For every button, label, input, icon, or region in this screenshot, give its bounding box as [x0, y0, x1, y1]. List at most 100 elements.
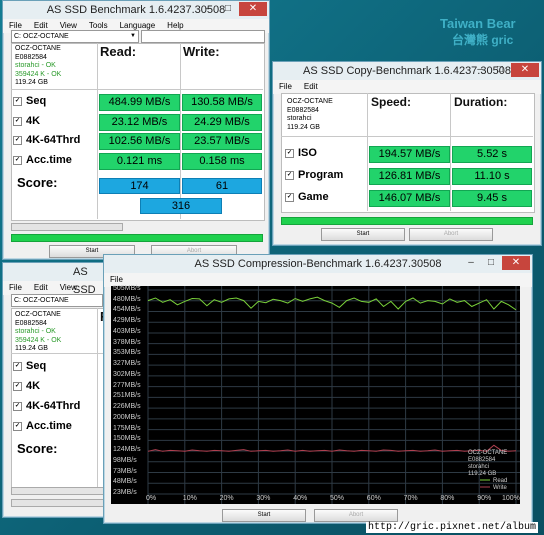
minimize-button[interactable]: – — [462, 256, 480, 270]
close-button[interactable]: ✕ — [502, 256, 530, 270]
row-4k[interactable]: ✓ 4K — [13, 115, 40, 127]
row-acctime-label: Acc.time — [26, 154, 72, 166]
4k64-read-value: 102.56 MB/s — [99, 133, 180, 150]
drive-select-value: C: OCZ-OCTANE — [14, 297, 69, 304]
legend-label: Read — [493, 478, 507, 484]
acctime-read-value: 0.121 ms — [99, 153, 180, 170]
x-tick-label: 60% — [366, 495, 381, 502]
seq-read-value: 484.99 MB/s — [99, 94, 180, 111]
legend-info-text: OCZ-OCTANE — [468, 450, 507, 456]
row-game-label: Game — [298, 191, 329, 203]
program-speed-value: 126.81 MB/s — [369, 168, 450, 185]
seq-write-value: 130.58 MB/s — [182, 94, 262, 111]
drive-size: 119.24 GB — [15, 79, 48, 87]
write-header: Write: — [183, 44, 220, 59]
secondary-select[interactable] — [141, 30, 265, 43]
row-program[interactable]: ✓ Program — [285, 169, 343, 181]
legend-info-text: storahci — [468, 464, 489, 470]
x-tick-label: 80% — [440, 495, 455, 502]
alignment-status: 359424 K - OK — [15, 70, 62, 78]
drive-select[interactable]: C: OCZ-OCTANE ▼ — [11, 30, 139, 43]
row-acctime[interactable]: ✓ Acc.time — [13, 154, 72, 166]
row-4k-label: 4K — [26, 380, 41, 392]
row-4k64[interactable]: ✓ 4K-64Thrd — [13, 400, 80, 412]
y-tick-label: 480MB/s — [113, 295, 141, 303]
y-tick-label: 454MB/s — [113, 306, 141, 314]
checkbox-checked-icon[interactable]: ✓ — [13, 135, 22, 145]
row-seq[interactable]: ✓ Seq — [13, 95, 46, 107]
drive-model: OCZ-OCTANE — [287, 98, 333, 105]
x-tick-label: 20% — [219, 495, 234, 502]
close-button[interactable]: ✕ — [511, 63, 539, 77]
row-game[interactable]: ✓ Game — [285, 191, 329, 203]
compression-start-button[interactable]: Start — [222, 509, 306, 522]
copy-drive-info: OCZ-OCTANE E0882584 storahci 119.24 GB — [287, 98, 333, 132]
checkbox-checked-icon[interactable]: ✓ — [13, 96, 22, 106]
checkbox-checked-icon[interactable]: ✓ — [13, 361, 22, 371]
menu-file[interactable]: File — [9, 281, 22, 295]
acctime-write-value: 0.158 ms — [182, 153, 262, 170]
compression-abort-button[interactable]: Abort — [314, 509, 398, 522]
y-tick-label: 73MB/s — [113, 467, 137, 475]
minimize-button[interactable]: – — [471, 63, 489, 77]
checkbox-checked-icon[interactable]: ✓ — [285, 192, 294, 202]
x-tick-label: 90% — [477, 495, 492, 502]
x-tick-label: 50% — [330, 495, 345, 502]
copy-start-button[interactable]: Start — [321, 228, 405, 241]
maximize-button[interactable]: □ — [491, 63, 509, 77]
iso-speed-value: 194.57 MB/s — [369, 146, 450, 163]
row-4k64-label: 4K-64Thrd — [26, 134, 81, 146]
divider — [97, 43, 98, 219]
chevron-down-icon: ▼ — [130, 33, 136, 39]
drive-firmware: E0882584 — [287, 106, 319, 114]
checkbox-checked-icon[interactable]: ✓ — [13, 116, 22, 126]
copy-menubar: File Edit — [273, 80, 541, 94]
maximize-button[interactable]: □ — [482, 256, 500, 270]
iso-duration-value: 5.52 s — [452, 146, 532, 163]
y-tick-label: 23MB/s — [113, 489, 137, 496]
divider — [11, 89, 263, 90]
benchmark-window-background: AS SSD File Edit View C: OCZ-OCTANE R OC… — [2, 262, 109, 518]
drive-select[interactable]: C: OCZ-OCTANE — [11, 294, 103, 307]
driver-name: storahci — [287, 115, 312, 123]
maximize-button[interactable]: □ — [219, 2, 237, 16]
score-total: 316 — [140, 198, 222, 214]
row-acctime[interactable]: ✓ Acc.time — [13, 420, 72, 432]
y-tick-label: 175MB/s — [113, 424, 141, 432]
row-iso[interactable]: ✓ ISO — [285, 147, 317, 159]
checkbox-checked-icon[interactable]: ✓ — [285, 170, 294, 180]
checkbox-checked-icon[interactable]: ✓ — [13, 401, 22, 411]
compression-menubar: File — [104, 273, 532, 287]
drive-size: 119.24 GB — [15, 345, 48, 353]
y-tick-label: 277MB/s — [113, 381, 141, 389]
row-seq-label: Seq — [26, 95, 47, 107]
game-speed-value: 146.07 MB/s — [369, 190, 450, 207]
read-header: Read: — [100, 44, 137, 59]
y-tick-label: 378MB/s — [113, 338, 141, 346]
close-button[interactable]: ✕ — [239, 2, 267, 16]
progress-bar — [11, 499, 107, 507]
row-seq[interactable]: ✓ Seq — [13, 360, 46, 372]
drive-model: OCZ-OCTANE — [15, 311, 61, 318]
progress-bar — [11, 234, 263, 242]
y-tick-label: 150MB/s — [113, 435, 141, 443]
copy-abort-button[interactable]: Abort — [409, 228, 493, 241]
row-4k[interactable]: ✓ 4K — [13, 380, 40, 392]
divider — [450, 93, 451, 211]
checkbox-checked-icon[interactable]: ✓ — [13, 381, 22, 391]
minimize-button[interactable]: – — [199, 2, 217, 16]
checkbox-checked-icon[interactable]: ✓ — [13, 421, 22, 431]
4k-read-value: 23.12 MB/s — [99, 114, 180, 131]
checkbox-checked-icon[interactable]: ✓ — [285, 148, 294, 158]
menu-edit[interactable]: Edit — [304, 80, 318, 94]
4k-write-value: 24.29 MB/s — [182, 114, 262, 131]
legend-info-text: E0882584 — [468, 457, 496, 463]
watermark-line2: 台灣熊 gric — [452, 33, 514, 47]
checkbox-checked-icon[interactable]: ✓ — [13, 155, 22, 165]
x-tick-label: 10% — [182, 495, 197, 502]
x-tick-label: 30% — [256, 495, 271, 502]
menu-file[interactable]: File — [279, 80, 292, 94]
album-url: http://gric.pixnet.net/album — [365, 522, 538, 533]
row-4k64[interactable]: ✓ 4K-64Thrd — [13, 134, 80, 146]
menu-edit[interactable]: Edit — [34, 281, 48, 295]
